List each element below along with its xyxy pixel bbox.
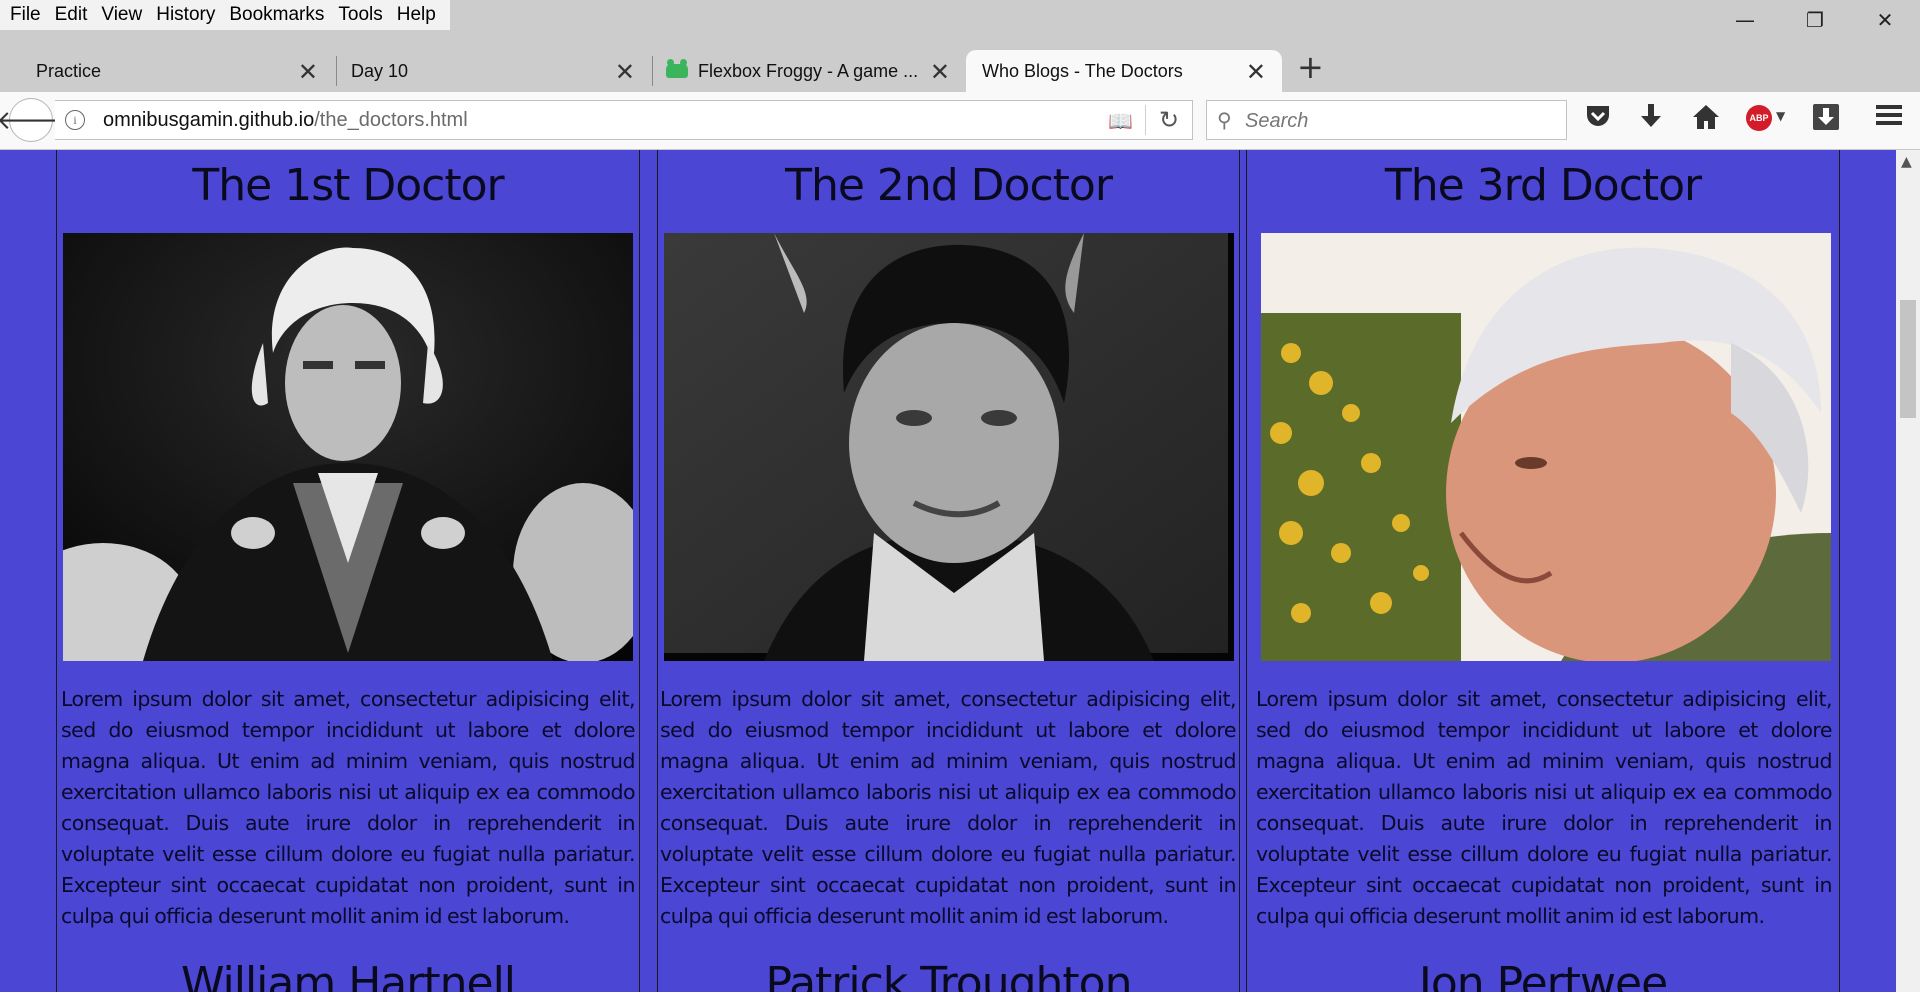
doctor-photo-3	[1261, 233, 1831, 661]
doctor-card-1: The 1st Doctor Lorem ipsum dolor sit ame…	[56, 150, 640, 992]
chevron-down-icon[interactable]: ▼	[1776, 109, 1785, 123]
tab-label: Day 10	[351, 60, 409, 81]
tab-close-icon[interactable]: ✕	[1246, 58, 1266, 87]
tab-flexbox-froggy[interactable]: Flexbox Froggy - A game ... ✕	[646, 50, 966, 92]
reader-view-icon[interactable]: 📖	[1108, 109, 1133, 133]
tab-close-icon[interactable]: ✕	[930, 58, 950, 87]
adblock-plus-icon[interactable]: ABP	[1746, 105, 1772, 131]
reload-icon[interactable]: ↻	[1159, 106, 1179, 134]
info-icon[interactable]: i	[65, 110, 85, 130]
home-icon[interactable]	[1692, 104, 1720, 136]
card-title: The 1st Doctor	[192, 160, 504, 211]
menu-view[interactable]: View	[95, 4, 150, 26]
menu-edit[interactable]: Edit	[49, 4, 96, 26]
downloads-panel-icon[interactable]	[1813, 104, 1839, 136]
actor-name: Jon Pertwee	[1418, 958, 1668, 992]
menu-file[interactable]: File	[4, 4, 49, 26]
card-title: The 2nd Doctor	[785, 160, 1113, 211]
doctor-photo-2	[664, 233, 1234, 661]
new-tab-icon[interactable]: +	[1297, 48, 1324, 86]
tab-practice[interactable]: Practice ✕	[14, 50, 334, 92]
url-text: omnibusgamin.github.io/the_doctors.html	[103, 109, 468, 132]
card-description: Lorem ipsum dolor sit amet, consectetur …	[61, 687, 636, 928]
tab-who-blogs[interactable]: Who Blogs - The Doctors ✕	[966, 50, 1282, 92]
menu-bar: File Edit View History Bookmarks Tools H…	[0, 0, 450, 30]
url-domain: omnibusgamin.github.io	[103, 109, 315, 131]
url-divider	[1145, 105, 1146, 135]
doctor-card-3: The 3rd Doctor Lorem ipsum dolor sit ame…	[1246, 150, 1840, 992]
tab-label: Practice	[36, 60, 102, 81]
search-input[interactable]: Search	[1245, 110, 1308, 133]
hamburger-menu-icon[interactable]	[1876, 104, 1902, 132]
card-description: Lorem ipsum dolor sit amet, consectetur …	[660, 687, 1237, 928]
download-icon[interactable]	[1640, 104, 1662, 136]
scrollbar-thumb[interactable]	[1900, 300, 1916, 418]
doctor-photo-1	[63, 233, 633, 661]
search-icon: ⚲	[1217, 108, 1232, 132]
tab-close-icon[interactable]: ✕	[298, 58, 318, 87]
doctor-card-2: The 2nd Doctor Lorem ipsum dolor sit ame…	[657, 150, 1240, 992]
navigation-toolbar: 🡐 i omnibusgamin.github.io/the_doctors.h…	[0, 92, 1920, 150]
actor-name: Patrick Troughton	[765, 958, 1133, 992]
tab-label: Who Blogs - The Doctors	[982, 60, 1183, 81]
tab-bar: Practice ✕ Day 10 ✕ Flexbox Froggy - A g…	[0, 30, 1920, 92]
pocket-icon[interactable]	[1585, 104, 1611, 134]
url-path: /the_doctors.html	[314, 109, 468, 131]
address-bar[interactable]: i omnibusgamin.github.io/the_doctors.htm…	[55, 100, 1193, 140]
page-viewport: The 1st Doctor Lorem ipsum dolor sit ame…	[0, 150, 1896, 992]
scroll-up-icon[interactable]: ▲	[1901, 154, 1912, 170]
menu-help[interactable]: Help	[391, 4, 444, 26]
card-description: Lorem ipsum dolor sit amet, consectetur …	[1256, 687, 1833, 928]
frog-favicon-icon	[666, 59, 688, 78]
tab-label: Flexbox Froggy - A game ...	[698, 60, 919, 81]
tab-day-10[interactable]: Day 10 ✕	[329, 50, 651, 92]
menu-history[interactable]: History	[150, 4, 223, 26]
card-title: The 3rd Doctor	[1384, 160, 1702, 211]
search-box[interactable]: ⚲ Search	[1206, 100, 1567, 140]
menu-bookmarks[interactable]: Bookmarks	[223, 4, 332, 26]
menu-tools[interactable]: Tools	[332, 4, 390, 26]
vertical-scrollbar[interactable]: ▲	[1896, 150, 1920, 992]
actor-name: William Hartnell	[180, 958, 516, 992]
tab-close-icon[interactable]: ✕	[615, 58, 635, 87]
back-arrow-icon[interactable]: 🡐	[0, 98, 66, 142]
